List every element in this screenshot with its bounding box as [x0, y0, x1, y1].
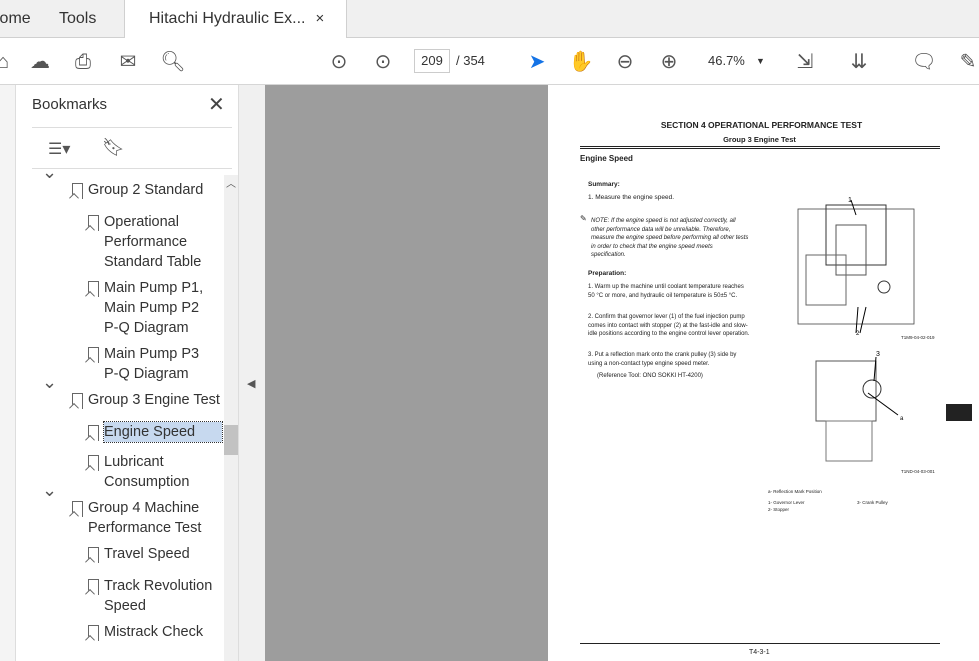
- reference-tool: (Reference Tool: ONO SOKKI HT-4200): [597, 373, 703, 379]
- scrollbar-thumb[interactable]: [224, 425, 238, 455]
- print-icon[interactable]: ⎙: [70, 49, 96, 75]
- bookmark-label: Mistrack Check: [104, 624, 204, 640]
- scrollbar[interactable]: ︿: [224, 175, 238, 661]
- scroll-up-icon[interactable]: ︿: [226, 175, 236, 190]
- search-zoom-icon[interactable]: 🔍︎: [160, 49, 186, 75]
- footer-rule: [580, 643, 940, 644]
- select-cursor-icon[interactable]: ➤: [524, 49, 550, 75]
- prep-step-3: 3. Put a reflection mark onto the crank …: [588, 352, 737, 367]
- group-title: Group 3 Engine Test: [723, 135, 796, 144]
- bookmark-label: Group 4 Machine Performance Test: [88, 500, 202, 536]
- bookmark-icon: [88, 281, 99, 297]
- chevron-down-icon: ▼: [756, 56, 765, 66]
- legend-a: a- Reflection Mark Position: [768, 489, 822, 494]
- crank-pulley-figure: 3a: [815, 351, 904, 462]
- bookmark-icon: [88, 625, 99, 641]
- bookmark-icon: [88, 347, 99, 363]
- bookmark-label: Travel Speed: [104, 546, 190, 562]
- scroll-mode-icon[interactable]: ⇊: [846, 49, 872, 75]
- section-tab-marker: [946, 404, 972, 421]
- legend-3: 3- Crank Pulley: [857, 500, 888, 505]
- bookmark-icon: [88, 215, 99, 231]
- summary-item: 1. Measure the engine speed.: [588, 194, 675, 201]
- bookmark-label: Main Pump P1, Main Pump P2 P-Q Diagram: [104, 280, 204, 336]
- document-page: SECTION 4 OPERATIONAL PERFORMANCE TEST G…: [548, 85, 979, 661]
- tab-document-label: Hitachi Hydraulic Ex...: [149, 10, 306, 27]
- upload-cloud-icon[interactable]: ☁: [27, 49, 53, 75]
- heading: Engine Speed: [580, 154, 633, 163]
- panel-title: Bookmarks: [32, 96, 108, 113]
- bookmark-icon: [72, 393, 83, 409]
- hand-tool-icon[interactable]: ✋: [568, 49, 594, 75]
- options-menu-icon[interactable]: ☰▾: [48, 139, 70, 159]
- governor-lever-figure: 12: [797, 197, 915, 335]
- bookmark-label: Operational Performance Standard Table: [104, 214, 202, 270]
- bookmark-label: Lubricant Consumption: [104, 454, 190, 490]
- prep-step-1: 1. Warm up the machine until coolant tem…: [588, 284, 744, 299]
- bookmark-icon: [88, 425, 99, 441]
- zoom-value: 46.7%: [708, 53, 745, 68]
- svg-text:2: 2: [856, 331, 860, 335]
- next-page-icon[interactable]: ⊙: [370, 49, 396, 75]
- chevron-down-icon[interactable]: ⌄: [42, 480, 57, 501]
- bookmark-icon: [88, 455, 99, 471]
- tab-home[interactable]: Home: [0, 0, 31, 38]
- bookmark-toolbar-icon[interactable]: ⌂: [0, 49, 16, 75]
- note-text: NOTE: If the engine speed is not adjuste…: [591, 218, 749, 258]
- toolbar: ⌂ ☁ ⎙ ✉ 🔍︎ ⊙ ⊙ 209 / 354 ➤ ✋ ⊖ ⊕ 46.7% ▼ …: [0, 38, 979, 85]
- legend-2: 2- Stopper: [768, 507, 790, 512]
- mail-icon[interactable]: ✉: [115, 49, 141, 75]
- prep-step-2: 2. Confirm that governor lever (1) of th…: [588, 314, 750, 337]
- chevron-down-icon[interactable]: ⌄: [42, 162, 57, 183]
- page-count: / 354: [456, 53, 485, 68]
- close-panel-icon[interactable]: ✕: [208, 92, 225, 117]
- bookmark-label: Track Revolution Speed: [104, 578, 213, 614]
- svg-text:3: 3: [876, 351, 880, 358]
- collapse-panel-icon[interactable]: ◀: [247, 377, 255, 390]
- section-title: SECTION 4 OPERATIONAL PERFORMANCE TEST: [660, 120, 863, 130]
- bookmark-icon: [88, 579, 99, 595]
- page-number-input[interactable]: 209: [414, 49, 450, 73]
- previous-page-icon[interactable]: ⊙: [326, 49, 352, 75]
- bookmark-label: Engine Speed: [103, 421, 223, 443]
- bookmark-label: Main Pump P3 P-Q Diagram: [104, 346, 200, 382]
- bookmark-label: Group 2 Standard: [88, 182, 204, 198]
- tab-bar: Home Tools Hitachi Hydraulic Ex... ×: [0, 0, 979, 39]
- figure-2-code: T1ND-04-03-001: [901, 469, 935, 474]
- tab-document[interactable]: Hitachi Hydraulic Ex... ×: [124, 0, 348, 39]
- close-tab-icon[interactable]: ×: [316, 10, 325, 27]
- note-pencil-icon: ✎: [580, 214, 587, 223]
- summary-heading: Summary:: [588, 181, 620, 188]
- figure-1-code: T1M9-04-02-019: [901, 335, 935, 340]
- zoom-select[interactable]: 46.7% ▼: [700, 49, 772, 73]
- tab-tools[interactable]: Tools: [59, 0, 96, 38]
- bookmarks-panel: Bookmarks ✕ ☰▾ 🔖︎ ⌄ Group 2 Standard Opera…: [16, 85, 238, 661]
- panel-divider[interactable]: ◀: [238, 85, 265, 661]
- preparation-heading: Preparation:: [588, 270, 627, 277]
- bookmark-icon: [72, 183, 83, 199]
- panel-tools: ☰▾ 🔖︎: [32, 127, 232, 169]
- chevron-down-icon[interactable]: ⌄: [42, 372, 57, 393]
- pen-icon[interactable]: ✎: [955, 49, 979, 75]
- bookmark-icon: [88, 547, 99, 563]
- navigation-strip: [0, 85, 16, 661]
- zoom-out-icon[interactable]: ⊖: [612, 49, 638, 75]
- comment-icon[interactable]: 🗨︎: [911, 49, 937, 75]
- svg-text:1: 1: [848, 197, 852, 204]
- header-rule: [580, 146, 940, 149]
- bookmark-icon: [72, 501, 83, 517]
- document-background: [265, 85, 548, 661]
- page-footer: T4-3-1: [749, 649, 770, 656]
- bookmark-label: Group 3 Engine Test: [88, 392, 220, 408]
- fit-page-icon[interactable]: ⇲: [792, 49, 818, 75]
- find-bookmark-icon[interactable]: 🔖︎: [102, 137, 125, 158]
- svg-text:a: a: [900, 416, 904, 422]
- zoom-in-icon[interactable]: ⊕: [656, 49, 682, 75]
